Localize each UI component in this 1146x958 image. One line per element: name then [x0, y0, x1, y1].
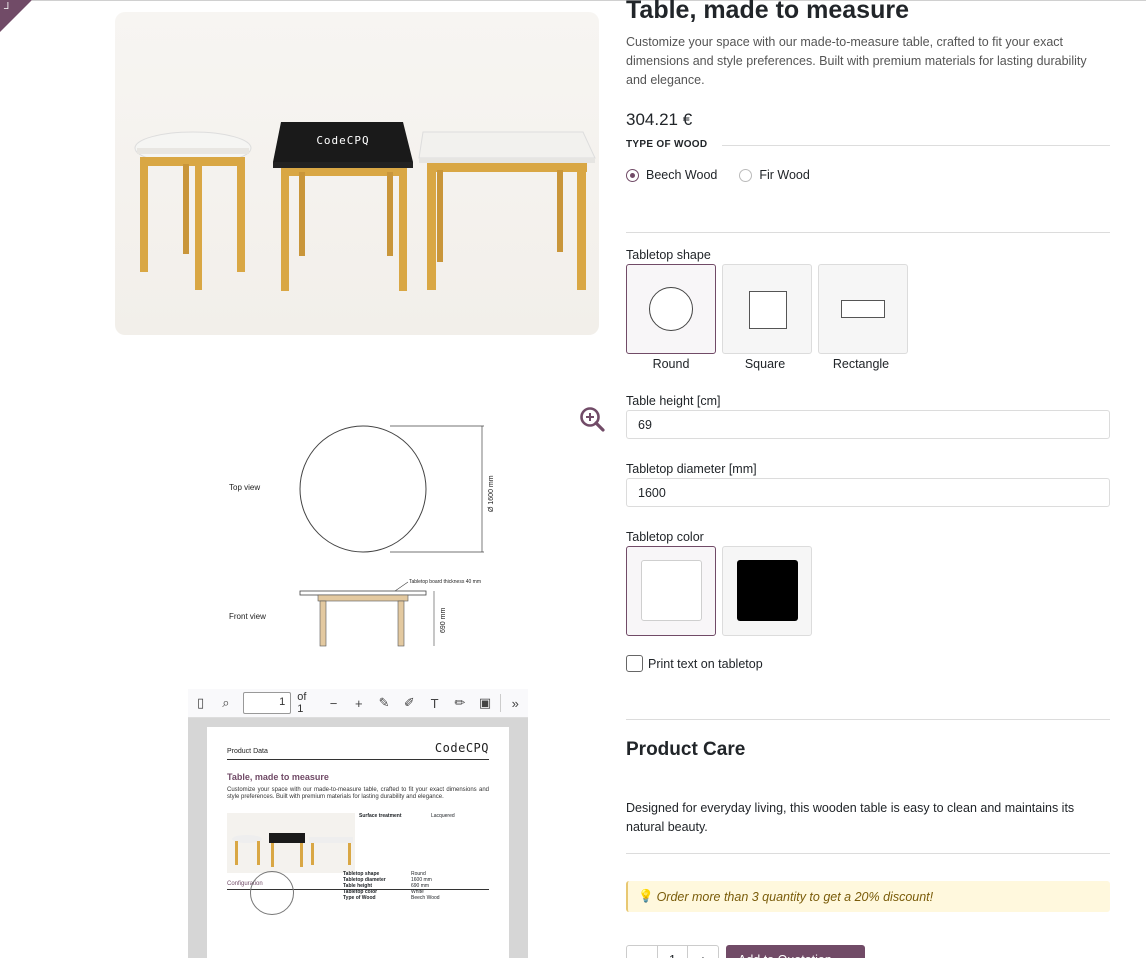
pdf-brand: CodeCPQ [434, 741, 489, 755]
image-icon[interactable]: ▣ [474, 692, 495, 714]
tabletop-diameter-label: Tabletop diameter [mm] [626, 462, 757, 476]
tabletop-color-label: Tabletop color [626, 530, 704, 544]
add-to-quotation-button[interactable]: Add to Quotation [726, 945, 865, 958]
print-text-checkbox[interactable] [626, 655, 643, 672]
radio-button-selected[interactable] [626, 168, 639, 182]
highlight-icon[interactable]: ✐ [399, 692, 420, 714]
square-shape-icon [749, 291, 787, 329]
shape-tile-rectangle[interactable] [818, 264, 908, 354]
product-care-heading: Product Care [626, 739, 746, 760]
page-count: of 1 [297, 691, 307, 715]
round-shape-icon [649, 287, 693, 331]
color-tile-black[interactable] [722, 546, 812, 636]
product-photo[interactable]: CodeCPQ [115, 12, 599, 335]
shape-caption-round: Round [652, 357, 690, 371]
pdf-viewer[interactable]: ▯ ⌕ 1 of 1 − + ✎ ✐ T ✏ ▣ » Product Data … [188, 689, 528, 958]
tabletop-shape-options [626, 264, 914, 354]
color-tile-white[interactable] [626, 546, 716, 636]
pdf-product-row: Surface treatment Lacquered [227, 813, 489, 873]
front-view-label: Front view [229, 612, 266, 621]
height-dimension: 690 mm [440, 608, 447, 633]
more-tools-icon[interactable]: » [505, 692, 526, 714]
rectangle-shape-icon [841, 300, 885, 318]
pdf-drawing-circle [250, 871, 294, 915]
black-swatch [737, 560, 798, 621]
table-height-input[interactable]: 69 [626, 410, 1110, 439]
shape-caption-square: Square [744, 357, 786, 371]
pdf-config-table: Tabletop shape Round Tabletop diameter 160… [343, 871, 440, 901]
corner-ribbon: ┘ [0, 0, 32, 32]
radio-beech-wood[interactable]: Beech Wood [626, 168, 717, 182]
product-title: Table, made to measure [626, 0, 909, 24]
increase-quantity-button[interactable]: + [687, 946, 718, 958]
product-description: Customize your space with our made-to-me… [626, 35, 1087, 87]
tabletop-diameter-input[interactable]: 1600 [626, 478, 1110, 507]
toolbar-separator [499, 694, 501, 712]
product-price: 304.21 € [626, 110, 693, 129]
tabletop-color-options [626, 546, 818, 636]
corner-mark-icon: ┘ [4, 3, 12, 15]
pdf-toolbar: ▯ ⌕ 1 of 1 − + ✎ ✐ T ✏ ▣ » [188, 689, 528, 718]
draw-icon[interactable]: ✏ [449, 692, 470, 714]
wood-type-radio-group: Beech Wood Fir Wood [626, 168, 832, 182]
photo-brand-text: CodeCPQ [316, 134, 369, 147]
shape-tile-square[interactable] [722, 264, 812, 354]
table-height-label: Table height [cm] [626, 394, 721, 408]
zoom-in-icon[interactable] [579, 406, 605, 432]
promo-text: Order more than 3 quantity to get a 20% … [656, 889, 934, 904]
decrease-quantity-button[interactable]: − [627, 946, 658, 958]
tabletop-shape-label: Tabletop shape [626, 248, 711, 262]
text-tool-icon[interactable]: T [424, 692, 445, 714]
pdf-title: Table, made to measure [227, 772, 329, 782]
pdf-page: Product Data CodeCPQ Table, made to meas… [207, 727, 509, 958]
product-care-text: Designed for everyday living, this woode… [626, 801, 1075, 834]
edit-icon[interactable]: ✎ [373, 692, 394, 714]
shape-caption-rectangle: Rectangle [832, 357, 890, 371]
top-view-label: Top view [229, 483, 260, 492]
wood-heading-divider [722, 145, 1110, 146]
section-divider [626, 232, 1110, 233]
page-number-input[interactable]: 1 [242, 692, 292, 714]
quantity-stepper: − 1 + [626, 945, 719, 958]
pdf-header: Product Data CodeCPQ [227, 741, 489, 760]
zoom-in-icon[interactable]: + [348, 692, 369, 714]
tables-illustration: CodeCPQ [134, 122, 596, 291]
radio-label: Fir Wood [759, 168, 810, 182]
search-icon[interactable]: ⌕ [215, 692, 236, 714]
print-text-checkbox-row[interactable]: Print text on tabletop [626, 655, 763, 672]
wood-type-heading: TYPE OF WOOD [626, 139, 708, 150]
section-divider [626, 853, 1110, 854]
pdf-surface-label: Surface treatment [359, 813, 402, 819]
section-divider [626, 719, 1110, 720]
radio-fir-wood[interactable]: Fir Wood [739, 168, 810, 182]
promo-alert: 💡 Order more than 3 quantity to get a 20… [626, 881, 1110, 912]
shape-tile-round[interactable] [626, 264, 716, 354]
pdf-thumbnail-image [232, 833, 353, 867]
pdf-description: Customize your space with our made-to-me… [227, 787, 489, 800]
technical-drawing[interactable]: Top view Ø 1600 mm Front view Tabletop b… [220, 415, 520, 655]
pdf-header-label: Product Data [227, 748, 268, 755]
top-divider [32, 0, 1146, 1]
pdf-product-thumbnail [227, 813, 355, 873]
thickness-note: Tabletop board thickness 40 mm [409, 579, 481, 585]
diameter-dimension: Ø 1600 mm [488, 475, 495, 512]
radio-label: Beech Wood [646, 168, 718, 182]
pdf-config-row: Type of Wood Beech Wood [343, 895, 440, 901]
print-text-label: Print text on tabletop [648, 656, 763, 671]
sidebar-toggle-icon[interactable]: ▯ [190, 692, 211, 714]
radio-button[interactable] [739, 168, 753, 182]
white-swatch [641, 560, 702, 621]
zoom-out-icon[interactable]: − [323, 692, 344, 714]
pdf-surface-value: Lacquered [431, 813, 455, 819]
lightbulb-icon: 💡 [638, 889, 654, 903]
quantity-input[interactable]: 1 [658, 946, 687, 958]
